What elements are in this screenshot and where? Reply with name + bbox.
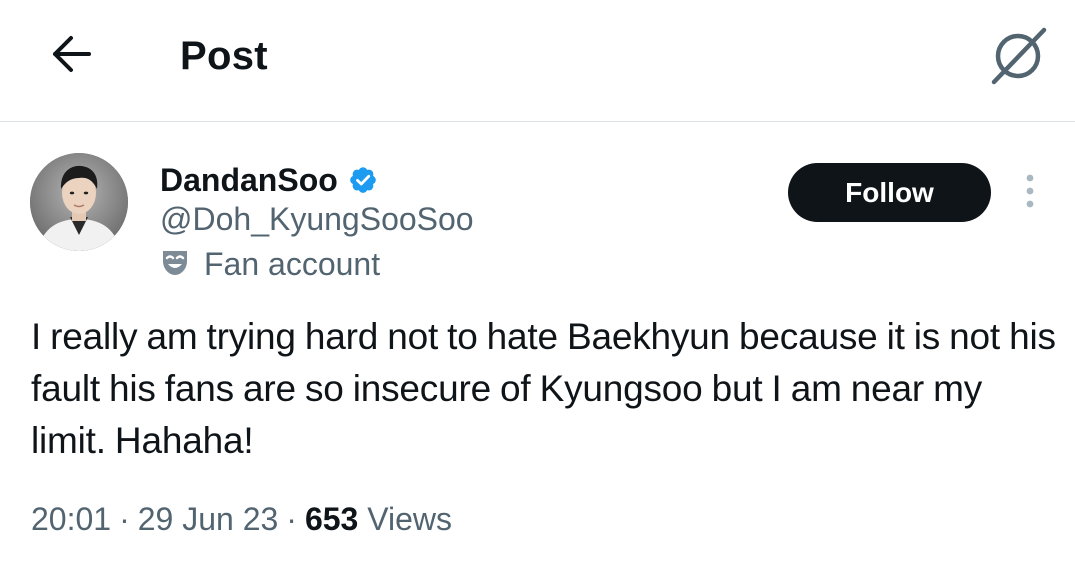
author-name-text: DandanSoo: [160, 162, 338, 198]
follow-button[interactable]: Follow: [788, 163, 991, 222]
author-handle[interactable]: @Doh_KyungSooSoo: [160, 199, 474, 239]
top-bar: Post: [0, 0, 1075, 122]
theater-mask-icon: [160, 247, 190, 282]
post-date[interactable]: 29 Jun 23: [138, 501, 279, 537]
grok-button[interactable]: [984, 22, 1054, 92]
post-time[interactable]: 20:01: [31, 501, 111, 537]
views-count: 653: [304, 501, 359, 537]
post-text: I really am trying hard not to hate Baek…: [31, 316, 1056, 461]
views-label: Views: [367, 501, 453, 537]
verified-badge-icon[interactable]: [348, 165, 378, 195]
account-label-text: Fan account: [204, 246, 381, 282]
post-metadata: 20:01 · 29 Jun 23 · 653 Views: [31, 497, 452, 541]
views-link[interactable]: 653 Views: [305, 501, 452, 537]
more-vertical-icon: [1025, 173, 1035, 214]
back-button[interactable]: [44, 30, 96, 82]
account-label[interactable]: Fan account: [160, 244, 380, 284]
separator: ·: [286, 501, 297, 537]
separator: ·: [119, 501, 130, 537]
more-options-button[interactable]: [1012, 170, 1048, 216]
grok-icon: [988, 24, 1050, 91]
avatar[interactable]: [30, 153, 128, 251]
author-display-name[interactable]: DandanSoo: [160, 160, 378, 200]
page-title: Post: [180, 34, 268, 78]
arrow-left-icon: [48, 34, 92, 79]
